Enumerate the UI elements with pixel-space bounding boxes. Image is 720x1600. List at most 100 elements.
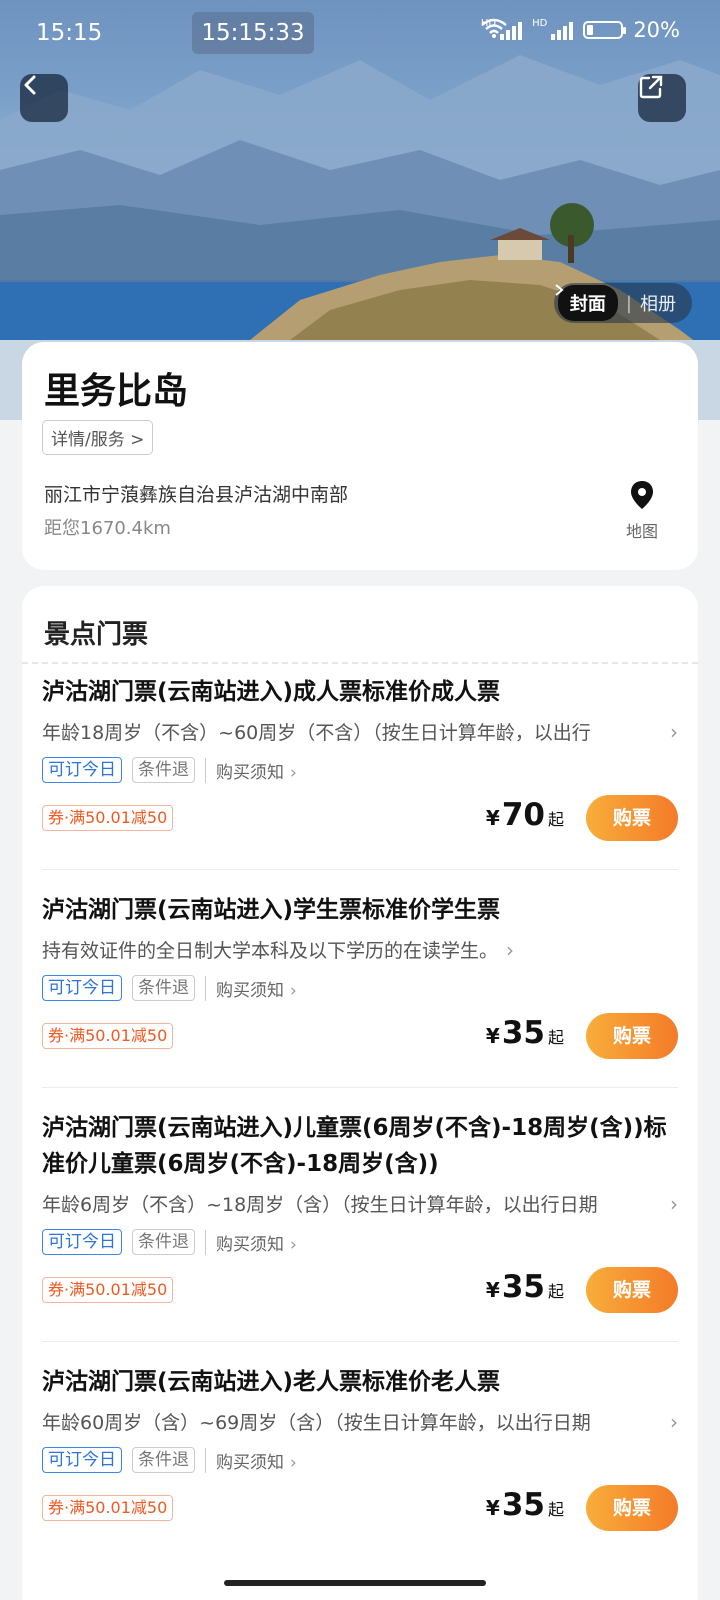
ticket-description[interactable]: 年龄18周岁（不含）~60周岁（不含）（按生日计算年龄，以出行 › xyxy=(42,718,678,745)
coupon-badge: 券·满50.01减50 xyxy=(42,805,174,831)
bookable-today-tag: 可订今日 xyxy=(42,975,122,1001)
ticket-price: ¥ 35 起 xyxy=(486,1269,564,1305)
purchase-notice-link[interactable]: 购买须知 › xyxy=(205,757,297,783)
ticket-price: ¥ 35 起 xyxy=(486,1487,564,1523)
buy-ticket-button[interactable]: 购票 xyxy=(586,1013,678,1059)
buy-ticket-button[interactable]: 购票 xyxy=(586,795,678,841)
network-type-2: HD xyxy=(532,18,548,29)
bookable-today-tag: 可订今日 xyxy=(42,757,122,783)
album-separator: | xyxy=(625,292,632,314)
ticket-name: 泸沽湖门票(云南站进入)成人票标准价成人票 xyxy=(42,679,501,705)
ticket-price: ¥ 70 起 xyxy=(486,797,564,833)
coupon-badge: 券·满50.01减50 xyxy=(42,1495,174,1521)
ticket-name: 泸沽湖门票(云南站进入)学生票标准价学生票 xyxy=(42,897,501,923)
price-currency: ¥ xyxy=(485,1496,500,1520)
ticket-item[interactable]: 泸沽湖门票(云南站进入)成人票标准价成人票 年龄18周岁（不含）~60周岁（不含… xyxy=(42,674,678,843)
share-icon xyxy=(639,75,663,99)
chevron-right-icon: › xyxy=(290,980,297,1001)
price-suffix: 起 xyxy=(547,1282,564,1301)
ticket-divider xyxy=(42,869,678,870)
price-currency: ¥ xyxy=(485,806,500,830)
spot-address: 丽江市宁蒗彝族自治县泸沽湖中南部 xyxy=(44,484,349,506)
share-button[interactable] xyxy=(638,74,686,122)
spot-distance: 距您1670.4km xyxy=(44,518,171,539)
details-service-button[interactable]: 详情/服务 > xyxy=(42,420,154,455)
ticket-description[interactable]: 年龄6周岁（不含）~18周岁（含）（按生日计算年龄，以出行日期 › xyxy=(42,1190,678,1217)
signal-icon xyxy=(551,20,574,40)
ticket-bottom-row: 券·满50.01减50 ¥ 35 起 购票 xyxy=(42,1013,678,1061)
refund-condition-tag: 条件退 xyxy=(132,1447,195,1473)
refund-condition-tag: 条件退 xyxy=(132,1229,195,1255)
ticket-divider xyxy=(42,1087,678,1088)
purchase-notice-label: 购买须知 xyxy=(216,1452,284,1473)
refund-condition-tag: 条件退 xyxy=(132,757,195,783)
status-bar: 15:15 15:15:33 HD HD 20% xyxy=(0,0,720,66)
ticket-desc-text: 年龄18周岁（不含）~60周岁（不含）（按生日计算年龄，以出行 xyxy=(42,722,591,744)
price-value: 35 xyxy=(501,1015,545,1051)
bookable-today-tag: 可订今日 xyxy=(42,1229,122,1255)
ticket-item[interactable]: 泸沽湖门票(云南站进入)学生票标准价学生票 持有效证件的全日制大学本科及以下学历… xyxy=(42,892,678,1061)
buy-ticket-button[interactable]: 购票 xyxy=(586,1485,678,1531)
purchase-notice-link[interactable]: 购买须知 › xyxy=(205,1229,297,1255)
price-suffix: 起 xyxy=(547,1028,564,1047)
cover-tab[interactable]: 封面 xyxy=(557,285,618,321)
spot-info-card: 里务比岛 详情/服务 > 丽江市宁蒗彝族自治县泸沽湖中南部 距您1670.4km… xyxy=(22,342,698,570)
gallery-tab[interactable]: 相册 xyxy=(640,290,676,316)
battery-percent: 20% xyxy=(633,18,680,42)
ticket-desc-text: 年龄60周岁（含）~69周岁（含）（按生日计算年龄，以出行日期 xyxy=(42,1412,591,1434)
chevron-right-icon: › xyxy=(290,1452,297,1473)
home-indicator[interactable] xyxy=(224,1580,486,1586)
bookable-today-tag: 可订今日 xyxy=(42,1447,122,1473)
ticket-description[interactable]: 年龄60周岁（含）~69周岁（含）（按生日计算年龄，以出行日期 › xyxy=(42,1408,678,1435)
status-icons: HD HD 20% xyxy=(481,18,680,42)
price-value: 35 xyxy=(501,1487,545,1523)
ticket-name: 泸沽湖门票(云南站进入)儿童票(6周岁(不含)-18周岁(含))标准价儿童票(6… xyxy=(42,1115,667,1177)
status-time: 15:15 xyxy=(36,20,103,46)
ticket-tags: 可订今日 条件退 购买须知 › xyxy=(42,1447,678,1473)
buy-ticket-button[interactable]: 购票 xyxy=(586,1267,678,1313)
location-pin-icon xyxy=(631,481,653,509)
wifi-icon xyxy=(481,18,507,38)
ticket-bottom-row: 券·满50.01减50 ¥ 70 起 购票 xyxy=(42,795,678,843)
chevron-right-icon: › xyxy=(506,937,515,962)
purchase-notice-label: 购买须知 xyxy=(216,1234,284,1255)
chevron-right-icon xyxy=(555,284,564,296)
ticket-description[interactable]: 持有效证件的全日制大学本科及以下学历的在读学生。 › xyxy=(42,936,678,963)
price-suffix: 起 xyxy=(547,1500,564,1519)
refund-condition-tag: 条件退 xyxy=(132,975,195,1001)
status-clock: 15:15:33 xyxy=(192,12,314,54)
back-button[interactable] xyxy=(20,74,68,122)
ticket-tags: 可订今日 条件退 购买须知 › xyxy=(42,975,678,1001)
ticket-item[interactable]: 泸沽湖门票(云南站进入)老人票标准价老人票 年龄60周岁（含）~69周岁（含）（… xyxy=(42,1364,678,1533)
purchase-notice-link[interactable]: 购买须知 › xyxy=(205,975,297,1001)
chevron-right-icon: › xyxy=(670,1191,678,1216)
chevron-right-icon: › xyxy=(670,1409,678,1434)
ticket-desc-text: 持有效证件的全日制大学本科及以下学历的在读学生。 xyxy=(42,940,499,962)
tickets-section: 景点门票 泸沽湖门票(云南站进入)成人票标准价成人票 年龄18周岁（不含）~60… xyxy=(22,586,698,1600)
ticket-price: ¥ 35 起 xyxy=(486,1015,564,1051)
album-switch[interactable]: 封面 | 相册 xyxy=(553,283,692,323)
price-value: 70 xyxy=(501,797,545,833)
price-suffix: 起 xyxy=(547,810,564,829)
coupon-badge: 券·满50.01减50 xyxy=(42,1023,174,1049)
price-currency: ¥ xyxy=(485,1278,500,1302)
map-button[interactable]: 地图 xyxy=(622,480,662,542)
map-label: 地图 xyxy=(625,522,658,541)
purchase-notice-label: 购买须知 xyxy=(216,762,284,783)
price-value: 35 xyxy=(501,1269,545,1305)
ticket-desc-text: 年龄6周岁（不含）~18周岁（含）（按生日计算年龄，以出行日期 xyxy=(42,1194,598,1216)
ticket-bottom-row: 券·满50.01减50 ¥ 35 起 购票 xyxy=(42,1267,678,1315)
ticket-tags: 可订今日 条件退 购买须知 › xyxy=(42,1229,678,1255)
purchase-notice-link[interactable]: 购买须知 › xyxy=(205,1447,297,1473)
ticket-tags: 可订今日 条件退 购买须知 › xyxy=(42,757,678,783)
section-divider xyxy=(22,662,698,664)
ticket-divider xyxy=(42,1341,678,1342)
section-title: 景点门票 xyxy=(44,620,149,650)
ticket-item[interactable]: 泸沽湖门票(云南站进入)儿童票(6周岁(不含)-18周岁(含))标准价儿童票(6… xyxy=(42,1110,678,1315)
purchase-notice-label: 购买须知 xyxy=(216,980,284,1001)
chevron-left-icon xyxy=(24,75,36,95)
chevron-right-icon: › xyxy=(290,762,297,783)
chevron-right-icon: › xyxy=(290,1234,297,1255)
page-title: 里务比岛 xyxy=(44,371,189,412)
ticket-name: 泸沽湖门票(云南站进入)老人票标准价老人票 xyxy=(42,1369,501,1395)
